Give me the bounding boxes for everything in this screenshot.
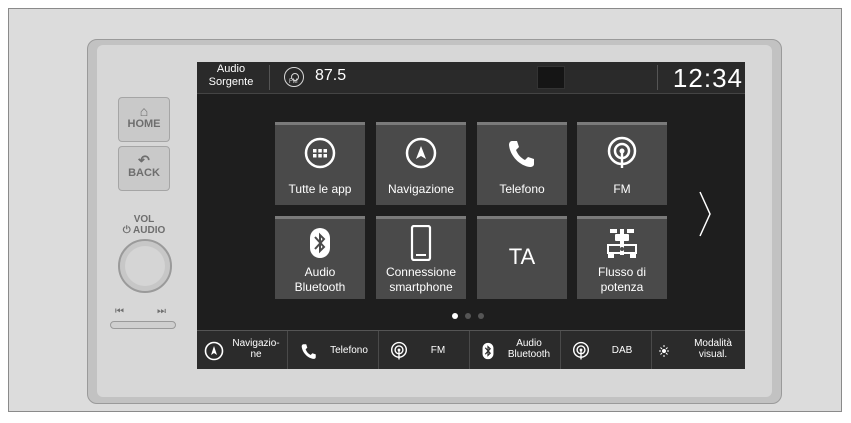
band-badge-text: FM [289, 79, 298, 85]
shortcut-fm[interactable]: FM [379, 331, 470, 369]
touchscreen: Audio Sorgente FM 87.5 12:34 Tutte le ap… [197, 62, 745, 369]
next-page-chevron-icon[interactable] [697, 190, 713, 238]
divider [269, 65, 270, 90]
app-tile-fm[interactable]: FM [577, 122, 667, 205]
radio-icon [390, 341, 408, 360]
bluetooth-icon [482, 342, 494, 360]
skip-forward-icon[interactable]: ⏭ [157, 306, 166, 317]
vol-text: VOL [133, 214, 155, 225]
power-audio-text: ⏻ AUDIO [122, 225, 166, 236]
back-icon: ↶ [138, 152, 150, 168]
shortcut-label: DAB [611, 345, 633, 356]
app-tile-bluetooth-audio[interactable]: Audio Bluetooth [275, 216, 365, 299]
page-dot [465, 313, 471, 319]
radio-icon [572, 341, 590, 360]
app-tile-label-line1: Connessione [385, 265, 457, 279]
shortcut-label: FM [430, 345, 446, 356]
audio-source-line1: Audio [216, 63, 246, 75]
shortcut-bar: Navigazio- ne Telefono FM Audio Bluetoot… [197, 330, 745, 369]
divider [657, 65, 658, 90]
app-tile-label-line2: Bluetooth [294, 280, 346, 294]
shortcut-label-line2: Bluetooth [507, 349, 551, 360]
phone-icon [509, 141, 534, 167]
shortcut-dab[interactable]: DAB [561, 331, 652, 369]
status-indicator-area [537, 66, 565, 89]
shortcut-display-mode[interactable]: Modalità visual. [652, 331, 745, 369]
volume-knob[interactable] [118, 239, 172, 293]
skip-back-icon[interactable]: ⏮ [115, 306, 124, 317]
bluetooth-icon [310, 228, 330, 258]
app-tile-label-line2: smartphone [389, 280, 453, 294]
shortcut-label: Telefono [330, 345, 368, 356]
navigation-icon [204, 341, 224, 361]
smartphone-icon [410, 225, 432, 261]
shortcut-navigation[interactable]: Navigazio- ne [197, 331, 288, 369]
app-tile-label-line2: potenza [600, 280, 644, 294]
fm-radio-icon: FM [284, 67, 304, 87]
app-tile-phone[interactable]: Telefono [477, 122, 567, 205]
power-flow-icon [607, 229, 637, 258]
app-tile-label-line1: Audio [304, 265, 336, 279]
audio-source-button[interactable]: Audio Sorgente [201, 63, 261, 91]
app-tile-power-flow[interactable]: Flusso di potenza [577, 216, 667, 299]
app-tile-ta[interactable]: TA [477, 216, 567, 299]
navigation-icon [405, 137, 437, 169]
day-night-icon [659, 345, 680, 357]
home-icon: ⌂ [139, 103, 149, 119]
frequency-display: 87.5 [315, 67, 347, 84]
shortcut-label-line1: Navigazio- [232, 338, 280, 349]
track-seek-bar[interactable] [110, 321, 176, 329]
back-label: BACK [128, 167, 160, 179]
phone-icon [301, 344, 316, 359]
app-tile-navigation[interactable]: Navigazione [376, 122, 466, 205]
audio-source-line2: Sorgente [208, 76, 254, 88]
app-tile-label: Telefono [499, 182, 545, 196]
grid-icon [304, 137, 336, 169]
shortcut-label-line1: Modalità [694, 338, 732, 349]
ta-label: TA [508, 244, 536, 269]
app-tile-all-apps[interactable]: Tutte le app [275, 122, 365, 205]
radio-icon [607, 136, 637, 168]
shortcut-label-line1: Audio [516, 338, 542, 349]
shortcut-label-line2: visual. [698, 349, 728, 360]
app-tile-label: FM [613, 182, 631, 196]
home-button[interactable]: ⌂ HOME [118, 97, 170, 142]
app-tile-label: Tutte le app [288, 182, 352, 196]
clock: 12:34 [672, 63, 743, 93]
shortcut-bluetooth-audio[interactable]: Audio Bluetooth [470, 331, 561, 369]
shortcut-phone[interactable]: Telefono [288, 331, 379, 369]
shortcut-label-line2: ne [250, 349, 262, 360]
app-tile-label-line1: Flusso di [597, 265, 647, 279]
vol-audio-label: VOL ⏻ AUDIO [114, 214, 174, 236]
home-label: HOME [127, 118, 161, 130]
status-bar: Audio Sorgente FM 87.5 12:34 [197, 62, 745, 94]
back-button[interactable]: ↶ BACK [118, 146, 170, 191]
app-tile-label: Navigazione [387, 182, 455, 196]
page-dot-active [452, 313, 458, 319]
page-dot [478, 313, 484, 319]
app-tile-smartphone-connection[interactable]: Connessione smartphone [376, 216, 466, 299]
